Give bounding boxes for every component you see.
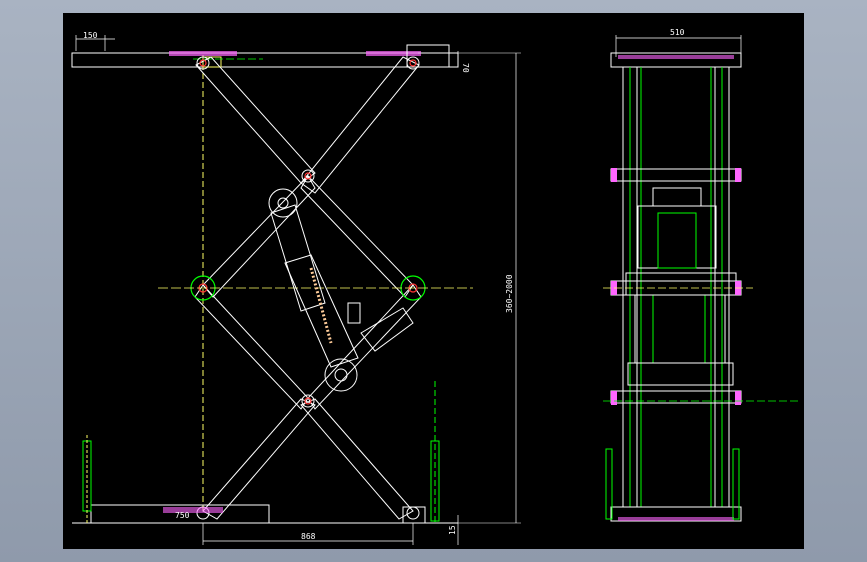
dim-base-width: 868	[301, 532, 316, 541]
dim-top-right-height: 70	[461, 63, 470, 73]
dimension-base-width: 868	[202, 523, 414, 545]
dim-base-height: 15	[448, 525, 457, 535]
front-view: 150 70 750 868 15 360~2000	[71, 31, 521, 545]
lower-scissor-arms	[196, 394, 420, 520]
dim-vertical-range: 360~2000	[505, 274, 514, 313]
hydraulic-cylinder	[268, 188, 361, 392]
cad-drawing-viewport: 150 70 750 868 15 360~2000 510	[63, 13, 804, 549]
dimension-top-right: 70	[457, 51, 470, 73]
side-view: 510	[603, 28, 798, 522]
base-posts	[82, 381, 440, 523]
dim-side-width: 510	[670, 28, 685, 37]
dim-base-foot: 750	[175, 511, 190, 520]
scissor-lift-drawing: 150 70 750 868 15 360~2000 510	[71, 28, 798, 545]
base-platform: 750	[72, 504, 458, 524]
dim-top-left-width: 150	[83, 31, 98, 40]
dimension-top-left: 150	[75, 31, 115, 51]
middle-scissor-arms	[194, 175, 422, 410]
top-platform	[71, 44, 459, 68]
side-cylinder	[625, 187, 737, 386]
dimension-base-height: 15	[448, 515, 459, 545]
side-columns	[622, 66, 730, 508]
pivot-joints	[190, 59, 426, 405]
